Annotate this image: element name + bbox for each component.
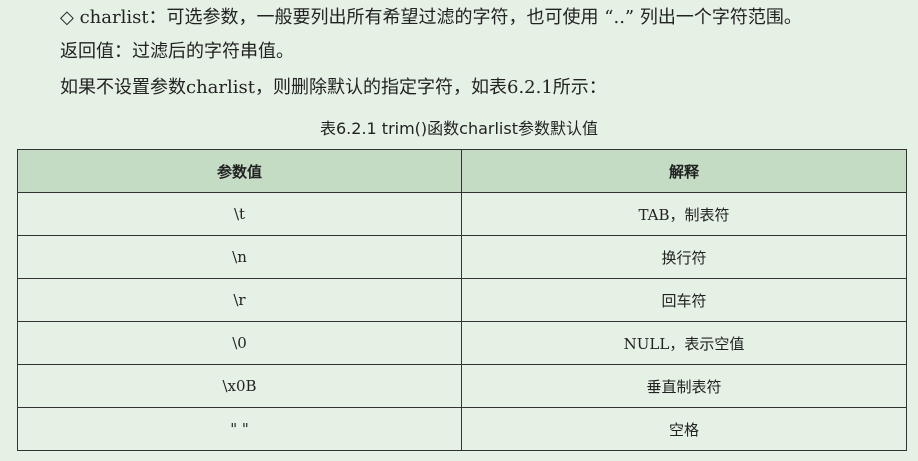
explanation-cell: TAB，制表符 — [461, 192, 907, 236]
param-cell: \0 — [17, 321, 462, 365]
charlist-defaults-table: 参数值 解释 \t TAB，制表符 \n 换行符 \r 回车符 \0 NULL，… — [17, 149, 907, 451]
param-cell: " " — [17, 407, 462, 451]
document-page: ◇ charlist：可选参数，一般要列出所有希望过滤的字符，也可使用 “..”… — [0, 0, 918, 461]
param-cell: \t — [17, 192, 462, 236]
param-cell: \x0B — [17, 364, 462, 408]
table-row: \r 回车符 — [17, 278, 907, 322]
table-row: \n 换行符 — [17, 235, 907, 279]
param-cell: \r — [17, 278, 462, 322]
table-row: \x0B 垂直制表符 — [17, 364, 907, 408]
table-row: \t TAB，制表符 — [17, 192, 907, 236]
header-param-value: 参数值 — [17, 149, 462, 193]
table-row: \0 NULL，表示空值 — [17, 321, 907, 365]
charlist-description: ◇ charlist：可选参数，一般要列出所有希望过滤的字符，也可使用 “..”… — [60, 7, 802, 28]
table-caption: 表6.2.1 trim()函数charlist参数默认值 — [320, 119, 598, 138]
return-value-text: 返回值：过滤后的字符串值。 — [60, 41, 294, 62]
explanation-cell: NULL，表示空值 — [461, 321, 907, 365]
table-row: " " 空格 — [17, 407, 907, 451]
explanation-cell: 垂直制表符 — [461, 364, 907, 408]
header-explanation: 解释 — [461, 149, 907, 193]
explanation-cell: 换行符 — [461, 235, 907, 279]
param-cell: \n — [17, 235, 462, 279]
default-note-text: 如果不设置参数charlist，则删除默认的指定字符，如表6.2.1所示： — [60, 77, 607, 98]
explanation-cell: 空格 — [461, 407, 907, 451]
explanation-cell: 回车符 — [461, 278, 907, 322]
table-header-row: 参数值 解释 — [17, 149, 907, 193]
